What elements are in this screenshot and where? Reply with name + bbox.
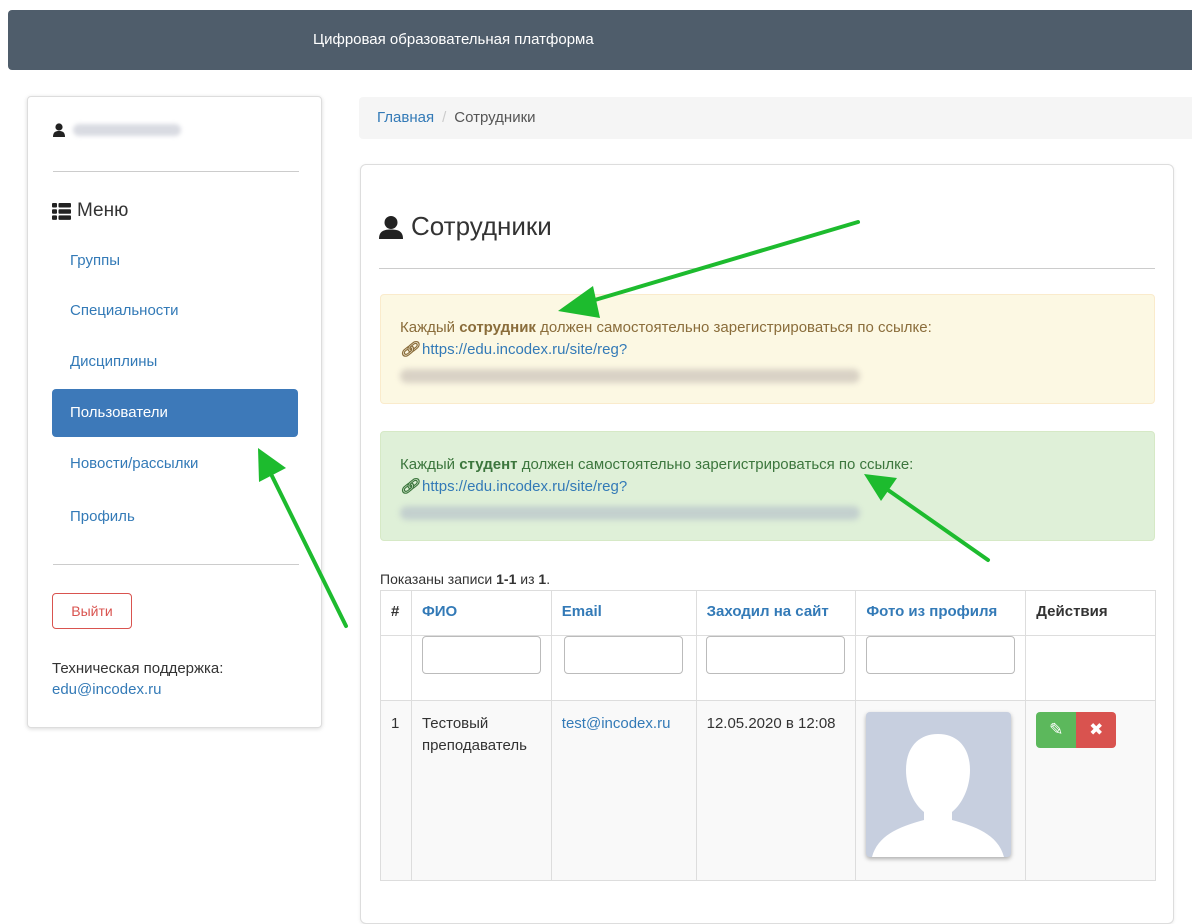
redacted-link-token <box>400 506 860 520</box>
sidebar-item-groups[interactable]: Группы <box>52 237 298 285</box>
column-header-index: # <box>380 590 412 636</box>
main-panel: Сотрудники Каждый сотрудник должен самос… <box>360 164 1174 924</box>
page-title-label: Сотрудники <box>411 211 552 241</box>
column-header-name[interactable]: ФИО <box>410 590 552 636</box>
staff-registration-alert: Каждый сотрудник должен самостоятельно з… <box>380 294 1155 404</box>
row-actions-cell: ✎ ✖ <box>1025 700 1156 881</box>
alert-role: сотрудник <box>459 319 536 336</box>
brand-title[interactable]: Цифровая образовательная платформа <box>313 31 594 48</box>
filter-cell-photo <box>855 635 1027 701</box>
delete-button[interactable]: ✖ <box>1076 712 1117 748</box>
filter-email-input[interactable] <box>564 636 684 674</box>
records-summary: Показаны записи 1-1 из 1. <box>380 571 550 587</box>
pencil-icon: ✎ <box>1049 720 1064 740</box>
column-header-email[interactable]: Email <box>550 590 697 636</box>
list-icon <box>52 202 71 220</box>
summary-end: . <box>546 571 551 587</box>
filter-row <box>380 635 1156 701</box>
profile-photo-placeholder <box>866 712 1012 857</box>
avatar-silhouette-icon <box>872 734 1005 857</box>
page-title: Сотрудники <box>379 211 552 242</box>
menu-title: Меню <box>52 200 128 222</box>
row-last-visit: 12.05.2020 в 12:08 <box>695 700 857 881</box>
table-row: 1 Тестовый преподаватель test@incodex.ru… <box>380 700 1156 881</box>
summary-range: 1-1 <box>496 571 517 587</box>
sidebar-divider <box>53 171 299 172</box>
filter-photo-input[interactable] <box>866 636 1016 674</box>
summary-prefix: Показаны записи <box>380 571 493 587</box>
support-email-link[interactable]: edu@incodex.ru <box>52 681 161 698</box>
row-photo-cell <box>855 700 1027 881</box>
sidebar-item-users[interactable]: Пользователи <box>52 389 298 437</box>
filter-cell-index <box>380 635 412 701</box>
row-email-link[interactable]: test@incodex.ru <box>562 715 671 732</box>
breadcrumb: Главная / Сотрудники <box>359 97 1192 139</box>
row-email-cell: test@incodex.ru <box>550 700 697 881</box>
link-icon: 🔗︎ <box>400 341 420 358</box>
column-header-last-visit[interactable]: Заходил на сайт <box>695 590 857 636</box>
breadcrumb-separator: / <box>442 109 447 126</box>
filter-cell-last-visit <box>695 635 857 701</box>
sidebar-divider-bottom <box>53 564 299 565</box>
edit-button[interactable]: ✎ <box>1036 712 1077 748</box>
cross-icon: ✖ <box>1089 720 1104 740</box>
link-icon: 🔗︎ <box>400 478 420 495</box>
user-name-redacted <box>73 124 181 136</box>
sidebar-item-profile[interactable]: Профиль <box>52 493 298 541</box>
menu-title-label: Меню <box>77 200 129 221</box>
filter-name-input[interactable] <box>421 636 541 674</box>
logout-button[interactable]: Выйти <box>52 593 132 629</box>
filter-last-visit-input[interactable] <box>706 636 846 674</box>
top-navbar: Цифровая образовательная платформа <box>8 10 1192 70</box>
filter-cell-name <box>410 635 552 701</box>
filter-cell-actions <box>1025 635 1156 701</box>
title-divider <box>379 268 1155 269</box>
staff-registration-link[interactable]: https://edu.incodex.ru/site/reg? <box>422 341 627 358</box>
summary-middle: из <box>520 571 535 587</box>
user-icon <box>379 215 403 239</box>
redacted-link-token <box>400 369 860 383</box>
row-name: Тестовый преподаватель <box>410 700 552 881</box>
student-registration-link[interactable]: https://edu.incodex.ru/site/reg? <box>422 478 627 495</box>
breadcrumb-home[interactable]: Главная <box>377 109 434 126</box>
user-icon <box>53 123 65 137</box>
column-header-actions: Действия <box>1025 590 1156 636</box>
student-registration-alert: Каждый студент должен самостоятельно зар… <box>380 431 1155 541</box>
table-header-row: # ФИО Email Заходил на сайт Фото из проф… <box>380 590 1156 636</box>
row-index: 1 <box>380 700 412 881</box>
staff-table: # ФИО Email Заходил на сайт Фото из проф… <box>380 590 1156 881</box>
sidebar-item-specialties[interactable]: Специальности <box>52 287 298 335</box>
alert-role: студент <box>459 456 518 473</box>
breadcrumb-current: Сотрудники <box>454 109 536 126</box>
current-user <box>53 123 181 137</box>
column-header-photo[interactable]: Фото из профиля <box>855 590 1027 636</box>
row-actions: ✎ ✖ <box>1036 712 1145 748</box>
sidebar: Меню Группы Специальности Дисциплины Пол… <box>27 96 322 728</box>
support-label: Техническая поддержка: <box>52 660 224 677</box>
alert-prefix: Каждый <box>400 319 456 336</box>
alert-prefix: Каждый <box>400 456 456 473</box>
sidebar-item-news[interactable]: Новости/рассылки <box>52 440 298 488</box>
alert-text: должен самостоятельно зарегистрироваться… <box>521 456 914 473</box>
filter-cell-email <box>550 635 697 701</box>
sidebar-item-disciplines[interactable]: Дисциплины <box>52 338 298 386</box>
alert-text: должен самостоятельно зарегистрироваться… <box>540 319 932 336</box>
